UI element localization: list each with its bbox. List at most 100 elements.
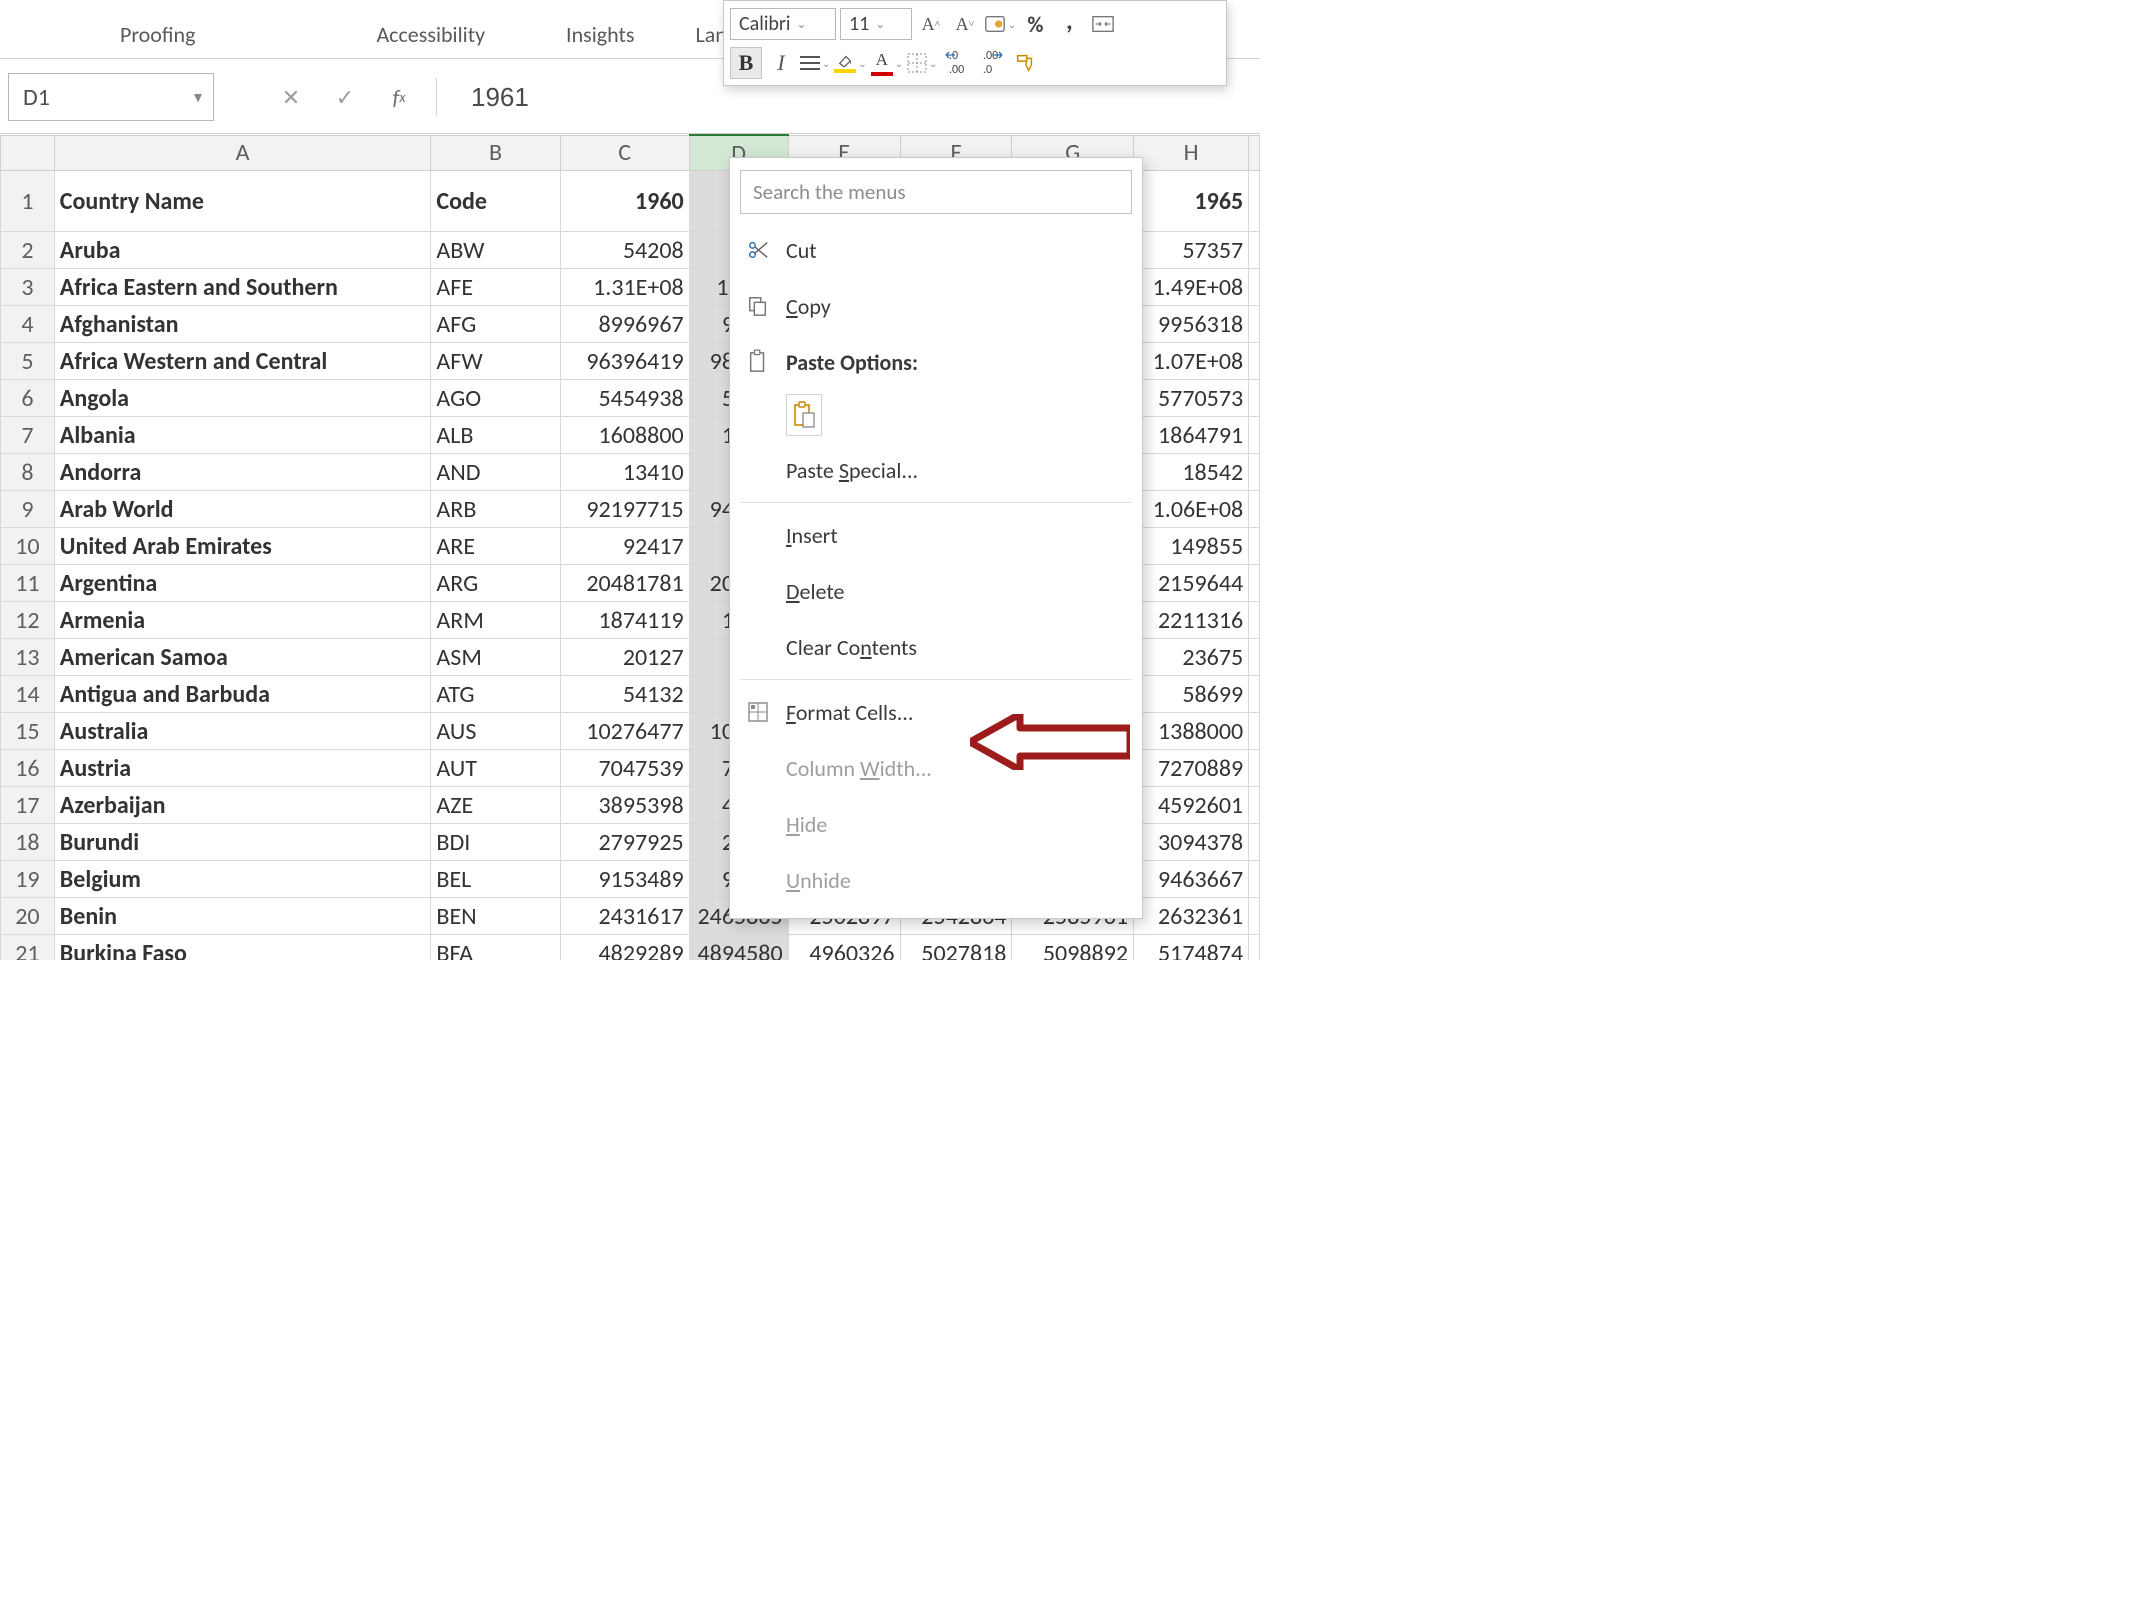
cell[interactable]: Angola [54,380,431,417]
mini-font-size[interactable]: 11⌄ [840,8,912,40]
cell[interactable]: AUS [431,713,560,750]
cell[interactable]: ALB [431,417,560,454]
format-painter-button[interactable] [1010,48,1040,78]
cell[interactable]: American Samoa [54,639,431,676]
cell[interactable]: 5098892 [1012,935,1134,961]
cell[interactable]: AND [431,454,560,491]
cell[interactable]: 4829289 [560,935,689,961]
cell[interactable]: Albania [54,417,431,454]
cell[interactable]: 20481781 [560,565,689,602]
row-header[interactable]: 15 [1,713,55,750]
row-header[interactable]: 8 [1,454,55,491]
insert-function-button[interactable]: fx [378,76,420,118]
cell[interactable]: 1608800 [560,417,689,454]
menu-search-input[interactable]: Search the menus [740,170,1132,214]
cell[interactable]: BDI [431,824,560,861]
cell[interactable]: 1864791 [1134,417,1249,454]
comma-style-button[interactable]: , [1054,5,1084,43]
row-header[interactable]: 18 [1,824,55,861]
cell[interactable]: 3895398 [560,787,689,824]
cell[interactable]: Belgium [54,861,431,898]
accounting-format-button[interactable]: ⌄ [984,9,1016,39]
cell[interactable]: 10276477 [560,713,689,750]
cell[interactable]: 1.31E+08 [560,269,689,306]
row-header[interactable]: 7 [1,417,55,454]
cell[interactable]: ATG [431,676,560,713]
decrease-font-size-button[interactable]: A˅ [950,9,980,39]
cell[interactable]: 2632361 [1134,898,1249,935]
cell[interactable]: 9463667 [1134,861,1249,898]
align-button[interactable]: ⌄ [800,48,830,78]
cell[interactable]: Argentina [54,565,431,602]
ribbon-group-proofing[interactable]: Proofing [0,15,215,48]
cell[interactable]: Country Name [54,171,431,232]
cell[interactable]: 92197715 [560,491,689,528]
cell[interactable]: BFA [431,935,560,961]
cell[interactable]: 92417 [560,528,689,565]
cell[interactable]: 20127 [560,639,689,676]
column-header-B[interactable]: B [431,135,560,171]
row-header[interactable]: 21 [1,935,55,961]
select-all-corner[interactable] [1,135,55,171]
cell[interactable]: ARM [431,602,560,639]
cell[interactable]: 4960326 [788,935,900,961]
cell[interactable]: United Arab Emirates [54,528,431,565]
cell[interactable]: 2797925 [560,824,689,861]
menu-item-unhide[interactable]: Unhide [730,852,1142,908]
ribbon-group-insights[interactable]: Insights [506,15,654,48]
cell[interactable]: 3094378 [1134,824,1249,861]
cell[interactable]: Africa Western and Central [54,343,431,380]
cell[interactable]: Australia [54,713,431,750]
cell[interactable]: Azerbaijan [54,787,431,824]
decrease-decimal-button[interactable]: .00.0 [976,48,1006,78]
cell[interactable]: 1965 [1134,171,1249,232]
cell[interactable]: AZE [431,787,560,824]
cell[interactable]: Aruba [54,232,431,269]
menu-item-hide[interactable]: Hide [730,796,1142,852]
row-header[interactable]: 9 [1,491,55,528]
mini-font-name[interactable]: Calibri⌄ [730,8,836,40]
paste-default-button[interactable] [786,394,822,436]
cell[interactable]: Afghanistan [54,306,431,343]
cell[interactable]: 2159644 [1134,565,1249,602]
row-header[interactable]: 4 [1,306,55,343]
cell[interactable]: AFE [431,269,560,306]
cell[interactable]: ARE [431,528,560,565]
bold-button[interactable]: B [730,47,762,79]
cell[interactable]: ARG [431,565,560,602]
cell[interactable]: Africa Eastern and Southern [54,269,431,306]
merge-center-button[interactable] [1088,9,1118,39]
menu-item-copy[interactable]: Copy [730,278,1142,334]
cell[interactable]: 5174874 [1134,935,1249,961]
row-header[interactable]: 1 [1,171,55,232]
menu-item-format-cells[interactable]: Format Cells... [730,684,1142,740]
cell[interactable]: 5770573 [1134,380,1249,417]
cell[interactable]: 5027818 [900,935,1012,961]
menu-item-clear-contents[interactable]: Clear Contents [730,619,1142,675]
menu-item-delete[interactable]: Delete [730,563,1142,619]
cell[interactable]: 149855 [1134,528,1249,565]
increase-font-size-button[interactable]: A˄ [916,9,946,39]
cell[interactable]: 4894580 [689,935,788,961]
font-color-button[interactable]: A ⌄ [871,48,903,78]
cell[interactable]: 1.07E+08 [1134,343,1249,380]
percent-style-button[interactable]: % [1020,9,1050,39]
cell[interactable]: BEN [431,898,560,935]
row-header[interactable]: 19 [1,861,55,898]
cell[interactable]: AGO [431,380,560,417]
cell[interactable]: Burkina Faso [54,935,431,961]
row-header[interactable]: 10 [1,528,55,565]
cancel-entry-icon[interactable]: ✕ [270,76,312,118]
cell[interactable]: 57357 [1134,232,1249,269]
row-header[interactable]: 5 [1,343,55,380]
cell[interactable]: 1874119 [560,602,689,639]
increase-decimal-button[interactable]: .0.00 [942,48,972,78]
cell[interactable]: 23675 [1134,639,1249,676]
cell[interactable]: Burundi [54,824,431,861]
cell[interactable]: 54208 [560,232,689,269]
row-header[interactable]: 6 [1,380,55,417]
cell[interactable]: 8996967 [560,306,689,343]
column-header-H[interactable]: H [1134,135,1249,171]
cell[interactable]: Arab World [54,491,431,528]
row-header[interactable]: 11 [1,565,55,602]
